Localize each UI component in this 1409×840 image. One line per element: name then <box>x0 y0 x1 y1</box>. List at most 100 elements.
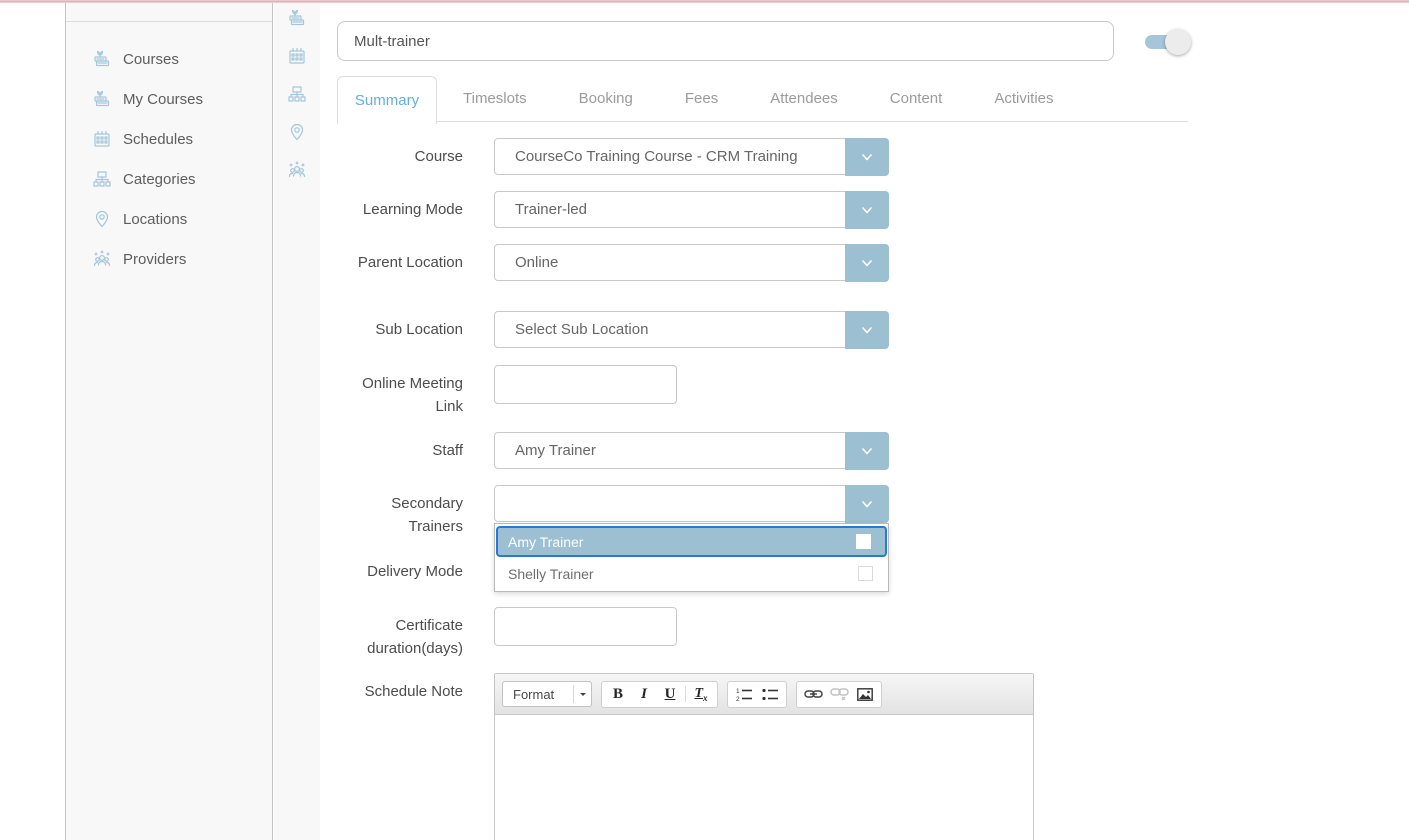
sidebar-nav: Courses My Courses Schedules Categories <box>66 22 272 279</box>
staff-row: Staff Amy Trainer <box>337 432 1188 469</box>
courses-icon[interactable] <box>286 7 308 29</box>
italic-icon: I <box>641 686 647 703</box>
secondary-trainers-dropdown: Amy Trainer Shelly Trainer <box>494 523 889 592</box>
course-select[interactable]: CourseCo Training Course - CRM Training <box>494 138 889 175</box>
course-select-value: CourseCo Training Course - CRM Training <box>515 139 798 174</box>
numbered-list-icon: 12 <box>736 687 753 702</box>
bulleted-list-icon <box>762 687 779 702</box>
unlink-button[interactable] <box>826 683 852 706</box>
tab-activities[interactable]: Activities <box>968 76 1079 121</box>
svg-text:1: 1 <box>736 688 740 695</box>
image-button[interactable] <box>852 683 878 706</box>
sub-location-row: Sub Location Select Sub Location <box>337 311 1188 348</box>
tab-attendees[interactable]: Attendees <box>744 76 864 121</box>
learning-mode-select[interactable]: Trainer-led <box>494 191 889 228</box>
schedules-icon <box>91 128 113 150</box>
sidebar-item-categories[interactable]: Categories <box>66 159 272 199</box>
sidebar-item-label: Categories <box>123 171 196 188</box>
bold-button[interactable]: B <box>605 683 631 706</box>
schedule-note-row: Schedule Note Format B I U Tx <box>337 673 1188 840</box>
toggle-knob <box>1165 29 1191 55</box>
staff-select[interactable]: Amy Trainer <box>494 432 889 469</box>
secondary-trainers-select[interactable] <box>494 485 889 522</box>
schedule-note-label: Schedule Note <box>337 673 463 840</box>
format-dropdown[interactable]: Format <box>502 681 592 707</box>
main-content: Schedules Summary Timeslots Booking Fees… <box>337 0 1188 840</box>
sidebar: Courses My Courses Schedules Categories <box>65 3 273 840</box>
editor-toolbar: Format B I U Tx 12 <box>495 674 1033 715</box>
categories-icon[interactable] <box>286 83 308 105</box>
parent-location-select-value: Online <box>515 245 558 280</box>
dropdown-option-amy-trainer[interactable]: Amy Trainer <box>496 526 887 557</box>
list-group: 12 <box>727 681 787 708</box>
bulleted-list-button[interactable] <box>757 683 783 706</box>
schedule-name-input[interactable] <box>337 21 1114 61</box>
chevron-down-icon[interactable] <box>845 311 889 349</box>
chevron-down-icon[interactable] <box>845 432 889 470</box>
italic-button[interactable]: I <box>631 683 657 706</box>
chevron-down-icon <box>573 685 591 703</box>
underline-button[interactable]: U <box>657 683 683 706</box>
active-toggle[interactable] <box>1145 29 1191 55</box>
insert-group <box>796 681 882 708</box>
chevron-down-icon[interactable] <box>845 485 889 523</box>
schedules-icon[interactable] <box>286 45 308 67</box>
online-meeting-link-input[interactable] <box>494 365 677 404</box>
app-window: Courses My Courses Schedules Categories <box>0 0 1409 840</box>
svg-text:2: 2 <box>736 696 740 702</box>
dropdown-option-label: Shelly Trainer <box>508 566 594 582</box>
dropdown-option-shelly-trainer[interactable]: Shelly Trainer <box>496 558 887 589</box>
sub-location-select-placeholder: Select Sub Location <box>515 312 648 347</box>
tab-summary[interactable]: Summary <box>337 76 437 124</box>
sidebar-item-label: Providers <box>123 251 186 268</box>
sidebar-item-schedules[interactable]: Schedules <box>66 119 272 159</box>
delivery-mode-label: Delivery Mode <box>337 553 463 583</box>
parent-location-select[interactable]: Online <box>494 244 889 281</box>
icon-rail <box>274 3 320 840</box>
sidebar-item-my-courses[interactable]: My Courses <box>66 79 272 119</box>
sidebar-item-locations[interactable]: Locations <box>66 199 272 239</box>
tab-fees[interactable]: Fees <box>659 76 744 121</box>
locations-icon <box>91 208 113 230</box>
certificate-duration-input[interactable] <box>494 607 677 646</box>
remove-format-button[interactable]: Tx <box>688 683 714 706</box>
checkbox[interactable] <box>856 534 871 549</box>
sidebar-item-label: Locations <box>123 211 187 228</box>
online-meeting-link-row: Online Meeting Link <box>337 365 1188 418</box>
bold-icon: B <box>613 686 623 703</box>
sidebar-item-label: Schedules <box>123 131 193 148</box>
unlink-icon <box>830 687 849 701</box>
chevron-down-icon[interactable] <box>845 138 889 176</box>
chevron-down-icon[interactable] <box>845 191 889 229</box>
tab-content[interactable]: Content <box>864 76 969 121</box>
sidebar-item-courses[interactable]: Courses <box>66 39 272 79</box>
parent-location-row: Parent Location Online <box>337 244 1188 281</box>
providers-icon[interactable] <box>286 159 308 181</box>
sub-location-select[interactable]: Select Sub Location <box>494 311 889 348</box>
parent-location-label: Parent Location <box>337 244 463 281</box>
underline-icon: U <box>665 686 676 703</box>
course-row: Course CourseCo Training Course - CRM Tr… <box>337 138 1188 175</box>
certificate-duration-row: Certificate duration(days) <box>337 607 1188 660</box>
courses-icon <box>91 48 113 70</box>
link-button[interactable] <box>800 683 826 706</box>
tab-timeslots[interactable]: Timeslots <box>437 76 553 121</box>
dropdown-option-label: Amy Trainer <box>508 534 583 550</box>
staff-select-value: Amy Trainer <box>515 433 596 468</box>
editor-content-area[interactable] <box>495 715 1033 840</box>
sidebar-divider <box>66 3 272 22</box>
numbered-list-button[interactable]: 12 <box>731 683 757 706</box>
format-dropdown-label: Format <box>503 687 573 702</box>
text-style-group: B I U Tx <box>601 681 718 708</box>
image-icon <box>857 688 873 701</box>
locations-icon[interactable] <box>286 121 308 143</box>
chevron-down-icon[interactable] <box>845 244 889 282</box>
checkbox[interactable] <box>858 566 873 581</box>
sub-location-label: Sub Location <box>337 311 463 348</box>
sidebar-item-providers[interactable]: Providers <box>66 239 272 279</box>
categories-icon <box>91 168 113 190</box>
my-courses-icon <box>91 88 113 110</box>
toolbar-separator <box>685 686 686 702</box>
tab-booking[interactable]: Booking <box>553 76 659 121</box>
learning-mode-select-value: Trainer-led <box>515 192 587 227</box>
